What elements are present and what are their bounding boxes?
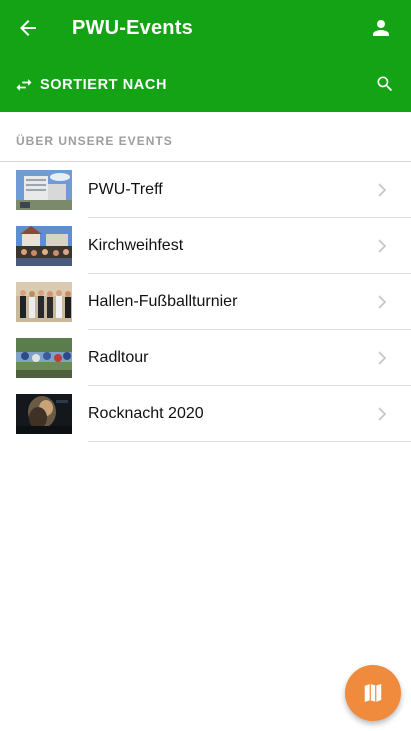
swap-arrows-icon: [16, 79, 32, 91]
list-item[interactable]: PWU-Treff: [0, 162, 411, 218]
back-button[interactable]: [16, 16, 40, 40]
arrow-back-icon: [20, 20, 36, 36]
profile-button[interactable]: [369, 16, 393, 40]
sort-button[interactable]: SORTIERT NACH: [14, 74, 167, 96]
chevron-right-icon: [378, 295, 387, 309]
map-button[interactable]: [345, 665, 401, 721]
app-bar: PWU-Events SORTIERT NACH: [0, 0, 411, 112]
sort-label: SORTIERT NACH: [40, 77, 168, 93]
event-list: PWU-Treff Kirchweihfest Hallen-Fußballtu…: [0, 162, 411, 442]
section-header: ÜBER UNSERE EVENTS: [16, 134, 173, 148]
list-item[interactable]: Rocknacht 2020: [0, 386, 411, 442]
building-photo: [16, 170, 72, 210]
map-icon: [364, 683, 382, 702]
search-icon: [377, 76, 393, 92]
list-item[interactable]: Kirchweihfest: [0, 218, 411, 274]
list-item-label: PWU-Treff: [88, 181, 163, 198]
list-item[interactable]: Hallen-Fußballturnier: [0, 274, 411, 330]
list-item-label: Radltour: [88, 349, 149, 366]
festival-crowd-photo: [16, 226, 72, 266]
chevron-right-icon: [378, 407, 387, 421]
chevron-right-icon: [378, 351, 387, 365]
page-title: PWU-Events: [72, 17, 193, 39]
group-photo: [16, 282, 72, 322]
list-item-label: Kirchweihfest: [88, 237, 184, 254]
cyclists-photo: [16, 338, 72, 378]
concert-photo: [16, 394, 72, 434]
divider: [88, 441, 411, 442]
list-item-label: Hallen-Fußballturnier: [88, 293, 238, 310]
list-item-label: Rocknacht 2020: [88, 405, 204, 422]
chevron-right-icon: [378, 183, 387, 197]
chevron-right-icon: [378, 239, 387, 253]
search-button[interactable]: [375, 74, 395, 94]
person-icon: [373, 20, 389, 36]
list-item[interactable]: Radltour: [0, 330, 411, 386]
